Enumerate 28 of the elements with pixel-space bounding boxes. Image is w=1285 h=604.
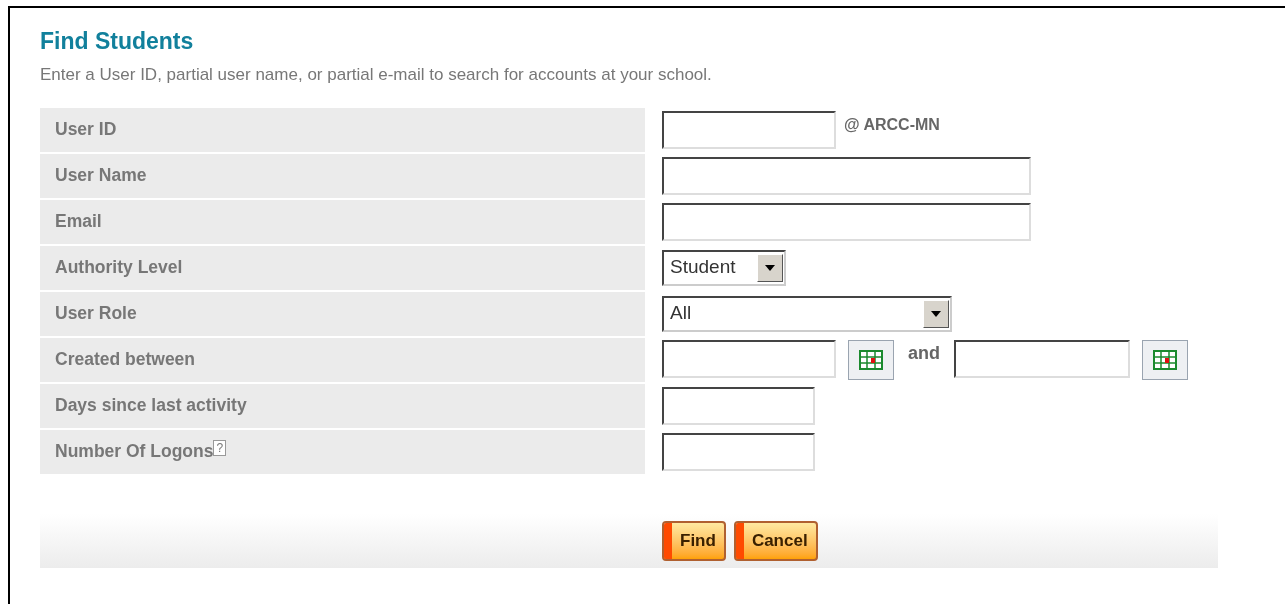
help-icon[interactable]: ?	[213, 439, 227, 456]
start-date-field[interactable]	[662, 339, 836, 378]
calendar-button[interactable]	[848, 339, 894, 380]
field-label: Days since last activity	[40, 383, 645, 428]
page-title: Find Students	[40, 27, 195, 56]
cancel-button[interactable]: Cancel	[733, 520, 818, 561]
calendar-button[interactable]	[1142, 339, 1188, 380]
text-field[interactable]	[662, 110, 836, 149]
field-label: Email	[40, 199, 645, 244]
text-field[interactable]	[662, 202, 1031, 241]
school-suffix: @ ARCC-MN	[844, 114, 940, 135]
text-field[interactable]	[662, 386, 815, 425]
instructions-text: Enter a User ID, partial user name, or partial e-mail to search for accounts at your school.	[40, 64, 713, 86]
calendar-icon	[1153, 349, 1177, 370]
select-field[interactable]: Student	[662, 249, 786, 286]
calendar-icon	[859, 349, 883, 370]
field-label: Created between	[40, 337, 645, 382]
select-field[interactable]: All	[662, 295, 952, 332]
field-label: Number Of Logons ?	[40, 429, 645, 474]
field-label: User Role	[40, 291, 645, 336]
field-label: User ID	[40, 107, 645, 152]
field-label: User Name	[40, 153, 645, 198]
field-label: Authority Level	[40, 245, 645, 290]
text-field[interactable]	[662, 432, 815, 471]
find-button[interactable]: Find	[662, 520, 726, 561]
and-label: and	[908, 341, 940, 365]
end-date-field[interactable]	[954, 339, 1130, 378]
text-field[interactable]	[662, 156, 1031, 195]
